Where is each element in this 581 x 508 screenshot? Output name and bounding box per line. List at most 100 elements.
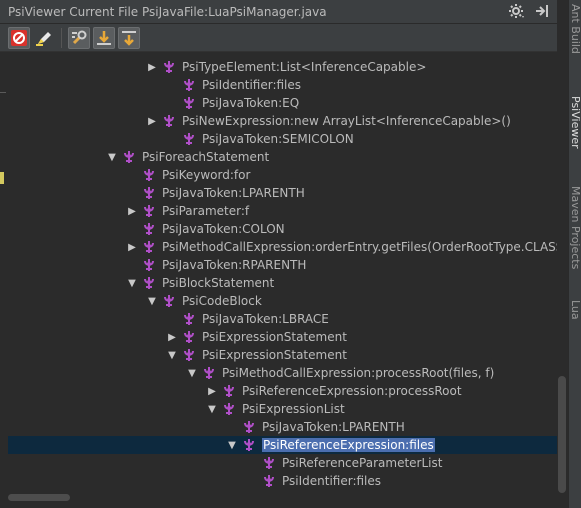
scroll-to-source-button[interactable]: [93, 26, 115, 49]
expand-arrow-icon[interactable]: ▶: [166, 332, 178, 343]
title-actions: [509, 3, 549, 25]
tool-window-tab[interactable]: Ant Build: [569, 4, 581, 74]
vertical-scroll-thumb[interactable]: [558, 376, 566, 493]
collapse-arrow-icon[interactable]: ▼: [146, 296, 158, 307]
tree-node[interactable]: ▶ PsiTypeElement:List<InferenceCapable>: [8, 58, 557, 76]
editor-gutter-edge: [0, 52, 8, 508]
collapse-arrow-icon[interactable]: ▼: [126, 278, 138, 289]
expand-arrow-icon[interactable]: ▶: [126, 206, 138, 217]
tree-node[interactable]: PsiJavaToken:LPARENTH: [8, 418, 557, 436]
psi-element-icon: [122, 150, 136, 164]
tree-node-label: PsiIdentifier:files: [282, 474, 382, 488]
toolbar-separator: [61, 27, 62, 48]
tree-node[interactable]: PsiIdentifier:files: [8, 76, 557, 94]
psi-element-icon: [242, 420, 256, 434]
tree-node-label: PsiTypeElement:List<InferenceCapable>: [182, 60, 427, 74]
collapse-arrow-icon[interactable]: ▼: [106, 152, 118, 163]
tree-node-label: PsiExpressionStatement: [202, 348, 347, 362]
toggle-psi-button[interactable]: [8, 26, 30, 49]
title-bar: PsiViewer Current File PsiJavaFile:LuaPs…: [0, 0, 557, 24]
psi-element-icon: [142, 222, 156, 236]
psi-element-icon: [242, 438, 256, 452]
tree-node-label: PsiJavaToken:COLON: [162, 222, 285, 236]
horizontal-scrollbar[interactable]: [8, 493, 557, 502]
gutter-bookmark-icon: [0, 172, 4, 184]
horizontal-scroll-thumb[interactable]: [8, 494, 70, 501]
psi-element-icon: [182, 330, 196, 344]
properties-button[interactable]: [68, 26, 90, 49]
tree-node-label: PsiIdentifier:files: [202, 78, 302, 92]
tree-node[interactable]: PsiJavaToken:LBRACE: [8, 310, 557, 328]
highlighter-icon: [36, 31, 51, 46]
tree-node[interactable]: ▼ PsiExpressionStatement: [8, 346, 557, 364]
psi-element-icon: [142, 240, 156, 254]
right-tool-strip: Ant Build PsiViewer Maven Projects Lua: [568, 0, 581, 508]
expand-arrow-icon[interactable]: ▶: [126, 242, 138, 253]
tree-node-label: PsiMethodCallExpression:orderEntry.getFi…: [162, 240, 557, 254]
tree-node[interactable]: ▼ PsiBlockStatement: [8, 274, 557, 292]
tree-node-label: PsiReferenceParameterList: [282, 456, 443, 470]
toolbar: [0, 24, 557, 52]
gear-icon[interactable]: [509, 3, 525, 25]
tool-window-tab[interactable]: PsiViewer: [569, 96, 581, 166]
tree-node[interactable]: ▼ PsiCodeBlock: [8, 292, 557, 310]
tree-node-label: PsiJavaToken:RPARENTH: [162, 258, 307, 272]
psi-element-icon: [182, 132, 196, 146]
tree-node-label: PsiReferenceExpression:processRoot: [242, 384, 462, 398]
psi-element-icon: [182, 348, 196, 362]
tree-node[interactable]: PsiIdentifier:files: [8, 472, 557, 490]
psi-element-icon: [142, 204, 156, 218]
tree-node-label: PsiReferenceExpression:files: [262, 438, 435, 452]
tree-node[interactable]: ▶ PsiNewExpression:new ArrayList<Inferenc…: [8, 112, 557, 130]
no-entry-icon: [11, 29, 27, 46]
tree-node[interactable]: PsiJavaToken:COLON: [8, 220, 557, 238]
tree-node-label: PsiExpressionList: [242, 402, 345, 416]
tree-node[interactable]: PsiJavaToken:RPARENTH: [8, 256, 557, 274]
psi-element-icon: [182, 96, 196, 110]
pin-icon[interactable]: [535, 3, 549, 25]
scroll-from-icon: [97, 30, 111, 45]
tree-node-label: PsiCodeBlock: [182, 294, 262, 308]
psi-element-icon: [162, 114, 176, 128]
tree-node[interactable]: ▼ PsiExpressionList: [8, 400, 557, 418]
expand-arrow-icon[interactable]: ▶: [146, 116, 158, 127]
tree-node-label: PsiMethodCallExpression:processRoot(file…: [222, 366, 495, 380]
tree-node[interactable]: ▶ PsiExpressionStatement: [8, 328, 557, 346]
psi-element-icon: [182, 78, 196, 92]
tree-node[interactable]: ▶ PsiMethodCallExpression:orderEntry.getF…: [8, 238, 557, 256]
expand-arrow-icon[interactable]: ▶: [206, 386, 218, 397]
psi-element-icon: [142, 276, 156, 290]
psi-element-icon: [222, 384, 236, 398]
tree-node[interactable]: PsiReferenceParameterList: [8, 454, 557, 472]
tree-node[interactable]: PsiKeyword:for: [8, 166, 557, 184]
expand-arrow-icon[interactable]: ▶: [146, 62, 158, 73]
tool-window-tab[interactable]: Maven Projects: [569, 186, 581, 286]
window-title: PsiViewer Current File PsiJavaFile:LuaPs…: [8, 4, 327, 19]
psi-element-icon: [162, 294, 176, 308]
highlight-button[interactable]: [33, 27, 55, 49]
tree-node[interactable]: PsiJavaToken:LPARENTH: [8, 184, 557, 202]
tree-node[interactable]: ▶ PsiReferenceExpression:processRoot: [8, 382, 557, 400]
collapse-arrow-icon[interactable]: ▼: [186, 368, 198, 379]
tree-node-label: PsiBlockStatement: [162, 276, 275, 290]
psi-element-icon: [162, 60, 176, 74]
wrench-icon: [72, 30, 87, 44]
collapse-arrow-icon[interactable]: ▼: [166, 350, 178, 361]
tree-node[interactable]: ▶ PsiParameter:f: [8, 202, 557, 220]
tree-node[interactable]: PsiJavaToken:EQ: [8, 94, 557, 112]
vertical-scrollbar[interactable]: [558, 376, 566, 493]
psi-element-icon: [262, 456, 276, 470]
tree-node[interactable]: PsiJavaToken:SEMICOLON: [8, 130, 557, 148]
psi-tree[interactable]: ▶ PsiTypeElement:List<InferenceCapable> Ps…: [8, 52, 557, 492]
collapse-arrow-icon[interactable]: ▼: [226, 440, 238, 451]
tree-node[interactable]: ▼ PsiReferenceExpression:files: [8, 436, 557, 454]
scroll-from-source-button[interactable]: [118, 26, 140, 49]
tree-node[interactable]: ▼ PsiMethodCallExpression:processRoot(fil…: [8, 364, 557, 382]
tree-node[interactable]: ▼ PsiForeachStatement: [8, 148, 557, 166]
tree-node-label: PsiParameter:f: [162, 204, 250, 218]
tool-window-tab[interactable]: Lua: [569, 300, 581, 330]
tree-node-label: PsiJavaToken:LBRACE: [202, 312, 329, 326]
scroll-to-icon: [122, 30, 136, 46]
tree-node-label: PsiJavaToken:LPARENTH: [162, 186, 305, 200]
collapse-arrow-icon[interactable]: ▼: [206, 404, 218, 415]
